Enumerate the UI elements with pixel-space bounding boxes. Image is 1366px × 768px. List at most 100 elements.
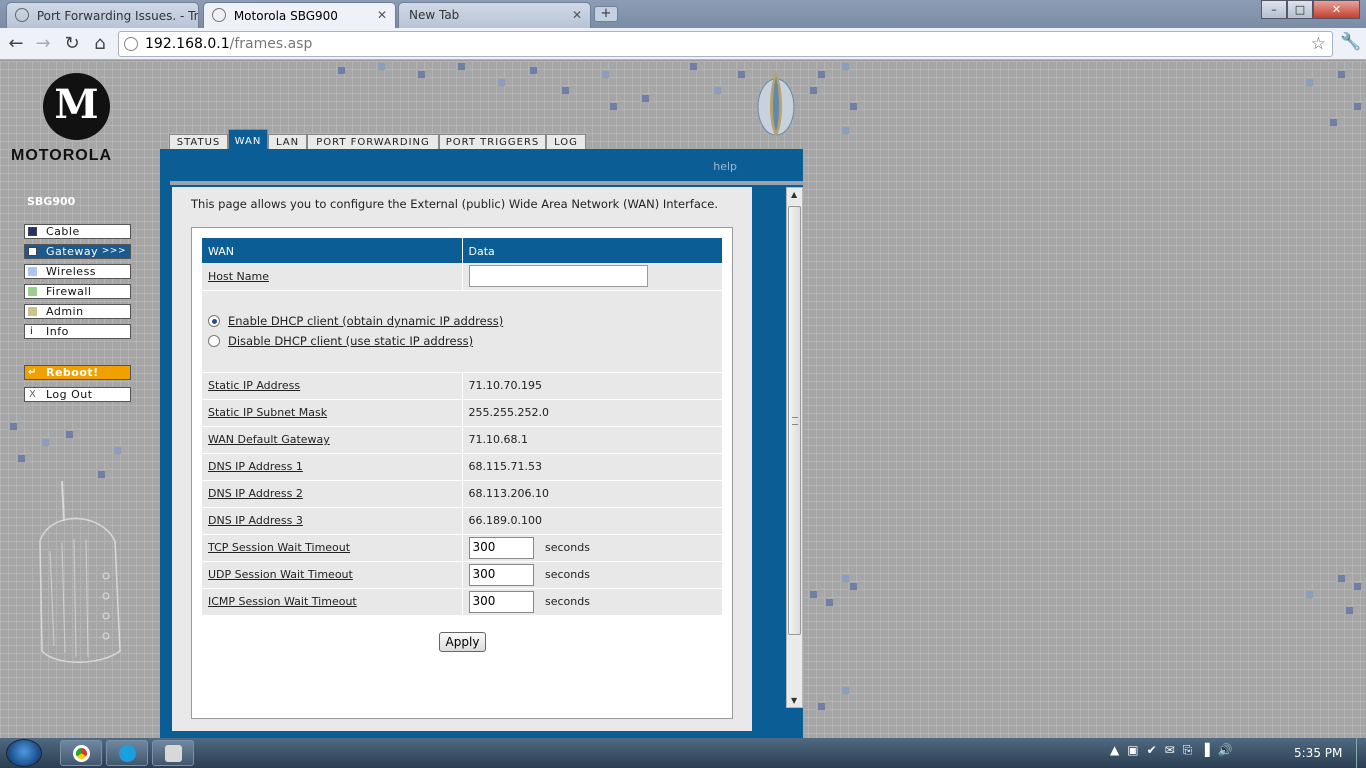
menu-item-label: Firewall bbox=[46, 285, 92, 298]
tcp-timeout-input[interactable]: 300 bbox=[468, 536, 534, 559]
browser-tab-strip: Port Forwarding Issues. - Tr Motorola SB… bbox=[0, 0, 1366, 29]
brand-name: MOTOROLA bbox=[11, 147, 113, 164]
close-window-button[interactable]: ✕ bbox=[1313, 0, 1360, 19]
dns-3-label: DNS IP Address 3 bbox=[208, 514, 303, 527]
gateway-swatch-icon bbox=[28, 247, 37, 256]
taskbar-chrome[interactable] bbox=[60, 740, 102, 766]
dhcp-enable-radio[interactable] bbox=[208, 315, 220, 327]
page-info-icon[interactable] bbox=[124, 37, 138, 51]
tray-box-icon[interactable]: ▣ bbox=[1127, 743, 1146, 757]
browser-tab-0[interactable]: Port Forwarding Issues. - Tr bbox=[6, 2, 199, 28]
apply-button[interactable]: Apply bbox=[439, 632, 486, 652]
logout-label: Log Out bbox=[46, 388, 93, 401]
close-icon[interactable]: ✕ bbox=[572, 8, 582, 22]
tab-wan[interactable]: WAN bbox=[228, 129, 268, 150]
menu-item-admin[interactable]: Admin bbox=[24, 304, 131, 319]
taskbar-app[interactable] bbox=[152, 740, 194, 766]
host-name-label: Host Name bbox=[208, 269, 269, 283]
browser-tab-1[interactable]: Motorola SBG900 ✕ bbox=[203, 2, 396, 29]
tray-shield-icon[interactable]: ✔ bbox=[1147, 743, 1165, 757]
menu-item-label: Gateway bbox=[46, 245, 99, 258]
tray-volume-icon[interactable]: 🔊 bbox=[1218, 743, 1241, 757]
cable-swatch-icon bbox=[28, 227, 37, 236]
firewall-swatch-icon bbox=[28, 287, 37, 296]
reboot-button[interactable]: ↵ Reboot! bbox=[24, 365, 131, 380]
show-desktop-button[interactable] bbox=[1356, 738, 1366, 768]
icmp-timeout-label: ICMP Session Wait Timeout bbox=[208, 595, 357, 608]
dhcp-enable-option[interactable]: Enable DHCP client (obtain dynamic IP ad… bbox=[208, 311, 716, 331]
dns-1-label: DNS IP Address 1 bbox=[208, 460, 303, 473]
table-row: DNS IP Address 2 68.113.206.10 bbox=[202, 480, 722, 508]
static-ip-value: 71.10.70.195 bbox=[462, 372, 722, 400]
back-icon[interactable]: ← bbox=[4, 32, 28, 56]
static-ip-label: Static IP Address bbox=[208, 379, 301, 392]
reload-icon[interactable]: ↻ bbox=[60, 32, 84, 56]
dhcp-disable-label[interactable]: Disable DHCP client (use static IP addre… bbox=[228, 334, 473, 348]
vertical-scrollbar[interactable]: ▲ ▼ bbox=[786, 187, 803, 708]
selected-arrows-icon: >>> bbox=[101, 246, 126, 256]
scroll-down-icon[interactable]: ▼ bbox=[791, 696, 797, 705]
menu-item-wireless[interactable]: Wireless bbox=[24, 264, 131, 279]
wrench-icon[interactable]: 🔧 bbox=[1340, 32, 1361, 52]
dns-2-value: 68.113.206.10 bbox=[462, 480, 722, 508]
motorola-ornament-icon bbox=[757, 71, 795, 137]
browser-tab-2[interactable]: New Tab ✕ bbox=[398, 2, 591, 28]
menu-item-cable[interactable]: Cable bbox=[24, 224, 131, 239]
menu-item-info[interactable]: i Info bbox=[24, 324, 131, 339]
divider bbox=[170, 181, 803, 185]
page-description: This page allows you to configure the Ex… bbox=[191, 197, 718, 211]
taskbar-skype[interactable] bbox=[106, 740, 148, 766]
browser-toolbar: ← → ↻ ⌂ 192.168.0.1/frames.asp ☆ 🔧 bbox=[0, 28, 1366, 60]
menu-item-label: Cable bbox=[46, 225, 80, 238]
grip-icon bbox=[792, 417, 798, 425]
table-row: DNS IP Address 1 68.115.71.53 bbox=[202, 453, 722, 481]
system-tray[interactable]: ▲▣✔✉⎘▐🔊 bbox=[1110, 743, 1241, 758]
tab-port-forwarding[interactable]: PORT FORWARDING bbox=[307, 134, 439, 150]
clock[interactable]: 5:35 PM bbox=[1294, 746, 1342, 760]
wireless-swatch-icon bbox=[28, 267, 37, 276]
home-icon[interactable]: ⌂ bbox=[88, 32, 112, 56]
udp-timeout-unit: seconds bbox=[545, 568, 590, 581]
menu-item-label: Info bbox=[46, 325, 69, 338]
icmp-timeout-input[interactable]: 300 bbox=[468, 590, 534, 613]
subnet-mask-label: Static IP Subnet Mask bbox=[208, 406, 328, 419]
scroll-up-icon[interactable]: ▲ bbox=[791, 190, 797, 199]
udp-timeout-input[interactable]: 300 bbox=[468, 563, 534, 586]
wan-settings-table: WAN Data Host Name Enable DHCP client (o… bbox=[202, 238, 722, 616]
tray-arrow-icon[interactable]: ▲ bbox=[1110, 743, 1127, 757]
logout-button[interactable]: X Log Out bbox=[24, 387, 131, 402]
tray-mail-icon[interactable]: ✉ bbox=[1165, 743, 1183, 757]
tray-device-icon[interactable]: ⎘ bbox=[1183, 743, 1201, 757]
dhcp-enable-label[interactable]: Enable DHCP client (obtain dynamic IP ad… bbox=[228, 314, 503, 328]
gear-icon bbox=[15, 8, 29, 22]
dhcp-disable-option[interactable]: Disable DHCP client (use static IP addre… bbox=[208, 331, 716, 351]
start-button[interactable] bbox=[6, 739, 42, 767]
tab-lan[interactable]: LAN bbox=[268, 134, 307, 150]
tab-port-triggers[interactable]: PORT TRIGGERS bbox=[439, 134, 546, 150]
reboot-icon: ↵ bbox=[28, 367, 37, 378]
scroll-thumb[interactable] bbox=[788, 206, 801, 635]
new-tab-button[interactable]: + bbox=[594, 6, 618, 22]
help-link[interactable]: help bbox=[713, 160, 737, 173]
dhcp-disable-radio[interactable] bbox=[208, 335, 220, 347]
default-gateway-label: WAN Default Gateway bbox=[208, 433, 330, 446]
forward-icon[interactable]: → bbox=[31, 32, 55, 56]
menu-item-gateway[interactable]: Gateway >>> bbox=[24, 244, 131, 259]
menu-item-firewall[interactable]: Firewall bbox=[24, 284, 131, 299]
tray-signal-icon[interactable]: ▐ bbox=[1200, 743, 1217, 757]
close-icon[interactable]: ✕ bbox=[377, 8, 387, 22]
minimize-button[interactable]: – bbox=[1261, 0, 1287, 19]
logo-letter: M bbox=[54, 81, 99, 128]
address-bar[interactable]: 192.168.0.1/frames.asp ☆ bbox=[118, 31, 1333, 57]
table-row: ICMP Session Wait Timeout 300 seconds bbox=[202, 588, 722, 616]
tcp-timeout-unit: seconds bbox=[545, 541, 590, 554]
maximize-button[interactable]: □ bbox=[1287, 0, 1313, 19]
dns-1-value: 68.115.71.53 bbox=[462, 453, 722, 481]
url-path: /frames.asp bbox=[229, 36, 313, 52]
bookmark-star-icon[interactable]: ☆ bbox=[1311, 34, 1326, 54]
host-name-input[interactable] bbox=[468, 265, 648, 288]
menu-item-label: Wireless bbox=[46, 265, 97, 278]
tab-status[interactable]: STATUS bbox=[169, 134, 228, 150]
table-row: Static IP Address 71.10.70.195 bbox=[202, 372, 722, 400]
tab-log[interactable]: LOG bbox=[546, 134, 586, 150]
